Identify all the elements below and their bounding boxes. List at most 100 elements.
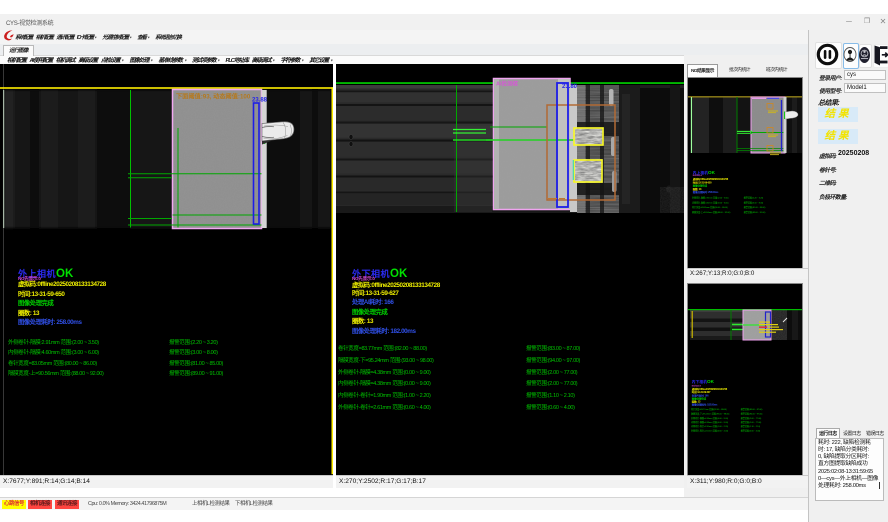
login-user-input[interactable]: cys	[844, 70, 886, 80]
exit-icon	[875, 46, 888, 66]
qrcode-label: 二维码:	[819, 178, 836, 187]
tab-ng-result[interactable]: NG结果显示	[687, 64, 718, 77]
dropdown-arrow-icon: ▼	[130, 36, 133, 39]
app-logo-icon	[1, 28, 15, 43]
result-box-1: 结果	[818, 107, 858, 122]
left-alarm-row: 报警范围:(81.00 ~ 85.00)	[169, 359, 223, 367]
left-cost-line: 图像处理耗时: 258.00ms	[18, 317, 82, 326]
model-label: 使用型号:	[819, 86, 842, 95]
dropdown-arrow-icon: ▼	[330, 59, 333, 62]
machinery-fins	[577, 85, 640, 213]
thumb1-statusbar: X:267;Y:13;R:0;G:0;B:0	[687, 268, 808, 279]
tab-error-log[interactable]: 错误日志	[864, 429, 886, 438]
camera-connection-status: 相机连接	[28, 500, 52, 509]
left-view-border-faint	[3, 64, 4, 475]
left-meas-row: 外侧卷针-隔膜:2.91mm 范围:(2.00 ~ 3.50)	[8, 338, 99, 346]
tool-advanced-debug[interactable]: 高级调试 ▼	[252, 55, 277, 64]
restore-button[interactable]: ❐	[860, 15, 874, 29]
camera-view-outer-lower[interactable]: AI检测框 23.80 外下相机OK NG先显示:0 虚拟码:0ffline20…	[336, 64, 684, 475]
dropdown-arrow-icon: ▼	[147, 36, 150, 39]
blue-measure-label: 23.80	[562, 84, 578, 90]
tool-camera-debug[interactable]: 相机调试	[56, 55, 75, 64]
menu-item-light-config[interactable]: 光源控制配置 ▼	[102, 33, 134, 41]
menu-item-comm-config[interactable]: 通讯配置	[56, 33, 73, 41]
thumb2-result-block: 内下相机OK NG先显示:0 虚拟码:0ffline20250208133134…	[691, 378, 807, 438]
dropdown-arrow-icon: ▼	[184, 59, 187, 62]
mid-alarm-row: 报警范围:(2.00 ~ 77.00)	[526, 379, 577, 387]
menu-item-system-config[interactable]: 系统配置	[15, 33, 32, 41]
tool-test-params[interactable]: 测试项参数 ▼	[192, 55, 222, 64]
pause-icon	[818, 45, 836, 63]
mid-meas-row: 内侧卷针-卷针=1.90mm 范围:(1.00 ~ 2.20)	[338, 391, 430, 399]
dropdown-arrow-icon: ▼	[272, 59, 275, 62]
tool-other-settings[interactable]: 其它设置 ▼	[309, 55, 334, 64]
tab-settings-log[interactable]: 设置日志	[841, 429, 863, 438]
heartbeat-status: 心跳信号	[2, 500, 26, 509]
yellow-guide-vertical	[332, 87, 334, 474]
left-turns-line: 圈数: 13	[18, 308, 39, 317]
ai-box-label: AI检测框	[496, 80, 519, 88]
left-alarm-row: 报警范围:(89.00 ~ 91.00)	[169, 369, 223, 377]
login-user-icon	[844, 48, 856, 62]
left-meas-row: 卷针宽度=83.05mm 范围:(80.00 ~ 86.00)	[8, 359, 97, 367]
menu-item-io-config[interactable]: IO卡配置 ▼	[77, 33, 99, 41]
yellow-guide-horizontal	[0, 87, 333, 89]
model-input[interactable]: Model1	[844, 83, 886, 93]
app-status-bar: 心跳信号 相机连接 通讯连接 Cpu: 0.0% Memory: 3424.41…	[0, 497, 808, 510]
left-alarm-row: 报警范围:(2.20 ~ 3.20)	[169, 338, 218, 346]
mid-alarm-row: 报警范围:(83.00 ~ 87.00)	[526, 344, 580, 352]
log-textarea[interactable]: 耗时: 222, 缺陷检测耗 时: 17, 缺陷分类耗时: 0, 缺陷提取分区耗…	[815, 438, 884, 501]
tool-advanced-settings[interactable]: 高级设置	[78, 55, 97, 64]
tab-shift-stats[interactable]: 班次内统计	[763, 64, 790, 76]
camera-view-outer-upper[interactable]: 23.88 下面阈值:93, 动态阈值:100 外上相机OK NG先显示:0 虚…	[0, 64, 333, 475]
mid-meas-row: 外侧卷针-卷针=2.61mm 范围:(0.60 ~ 4.00)	[338, 403, 430, 411]
left-camera-statusbar: X:7677;Y:891;R:14;G:14;B:14	[0, 475, 333, 488]
threshold-text: 下面阈值:93, 动态阈值:100	[176, 93, 251, 101]
dropdown-arrow-icon: ▼	[217, 59, 220, 62]
ring-count-label: 负极环数量:	[819, 192, 847, 201]
mid-cost-line: 图像处理耗时: 182.00ms	[352, 326, 416, 335]
left-meas-row: 隔膜宽度-上=90.56mm 范围:(88.00 ~ 92.00)	[8, 369, 103, 377]
user-badge-icon	[859, 47, 870, 63]
mid-alarm-row: 报警范围:(0.60 ~ 4.00)	[526, 403, 575, 411]
mid-meas-row: 卷针宽度=83.77mm 范围:(82.00 ~ 88.00)	[338, 344, 427, 352]
tool-char-params[interactable]: 字符参数 ▼	[280, 55, 305, 64]
dropdown-arrow-icon: ▼	[95, 36, 98, 39]
menu-item-language[interactable]: 系统语言切换	[155, 33, 181, 41]
result-box-2: 结果	[818, 129, 858, 144]
cpu-memory-status: Cpu: 0.0% Memory: 3424.41796875M	[86, 500, 168, 509]
window-title: CYS-视觉检测系统	[6, 18, 53, 27]
virtual-code-label: 虚拟码:	[819, 151, 836, 160]
tool-baseline-params[interactable]: 基准线参数 ▼	[158, 55, 188, 64]
dropdown-arrow-icon: ▼	[122, 59, 125, 62]
dropdown-arrow-icon: ▼	[150, 59, 153, 62]
camera-thumb-inner-lower[interactable]: 内下相机OK NG先显示:0 虚拟码:0ffline20250208133134…	[687, 283, 803, 475]
comm-connection-status: 通讯连接	[55, 500, 79, 509]
title-bar: CYS-视觉检测系统 ─ ❐ ✕	[0, 14, 888, 30]
close-button[interactable]: ✕	[876, 15, 888, 29]
bright-column	[262, 90, 267, 228]
needle-label: 卷针号:	[819, 165, 836, 174]
tool-ai-config[interactable]: AI使用配置	[30, 55, 53, 64]
left-code-line: 虚拟码:0ffline20250208133134728	[18, 279, 106, 288]
tool-plc-address[interactable]: PLC地址库	[225, 55, 248, 64]
left-alarm-row: 报警范围:(3.00 ~ 8.00)	[169, 348, 218, 356]
tool-spot-check[interactable]: 点检设置 ▼	[101, 55, 126, 64]
menu-item-camera-config[interactable]: 相机配置	[36, 33, 53, 41]
tab-batch-stats[interactable]: 批次内统计	[726, 64, 753, 76]
camera-thumb-inner-upper[interactable]: 内上相机OK NG先显示:0 虚拟码:0ffline20250208133134…	[687, 77, 803, 268]
menu-item-view[interactable]: 查看 ▼	[137, 33, 151, 41]
tool-camera-config[interactable]: 相机配置	[7, 55, 26, 64]
mid-done-line: 图像处理完成	[352, 307, 387, 316]
left-roi-rect	[173, 90, 262, 229]
mid-alarm-row: 报警范围:(1.10 ~ 2.10)	[526, 391, 575, 399]
mid-turns-line: 圈数: 13	[352, 316, 373, 325]
upper-camera-result: 上相机L检测结果	[190, 500, 232, 509]
thumb-tab-bar: NG结果显示 批次内统计 班次内统计	[686, 64, 808, 77]
lower-camera-result: 下相机L检测结果	[233, 500, 275, 509]
tool-image-process[interactable]: 图像处理 ▼	[130, 55, 155, 64]
log-caret	[879, 482, 880, 489]
thumb1-photo	[688, 96, 802, 155]
minimize-button[interactable]: ─	[842, 15, 856, 29]
tab-run-log[interactable]: 运行日志	[816, 428, 840, 438]
